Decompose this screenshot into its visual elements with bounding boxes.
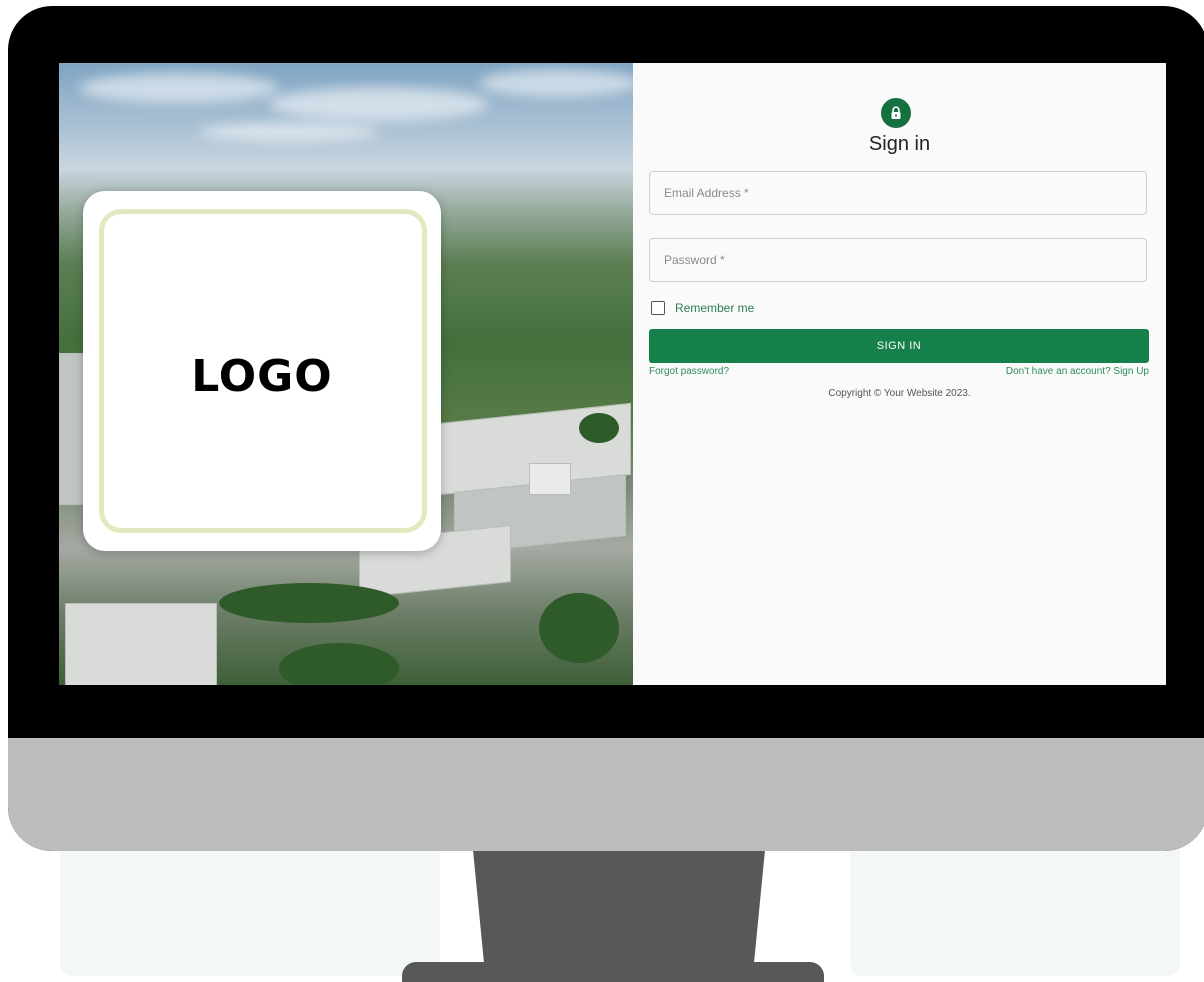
monitor-chin [8, 738, 1204, 851]
background-panel [850, 840, 1180, 976]
monitor-stand-neck [473, 850, 765, 970]
factory-building [529, 463, 571, 495]
cloud [199, 123, 379, 141]
lock-avatar [881, 98, 911, 128]
signin-form: Sign in Remember me SIGN IN Forgot passw… [633, 63, 1166, 685]
sign-in-button[interactable]: SIGN IN [649, 329, 1149, 363]
tree [279, 643, 399, 685]
email-input[interactable] [662, 185, 1134, 201]
tree [539, 593, 619, 663]
page-title: Sign in [868, 133, 931, 155]
logo-card: LOGO [83, 191, 441, 551]
screen: LOGO Sign in Remember me SIGN IN Forgot … [59, 63, 1166, 685]
tree [219, 583, 399, 623]
lock-icon [891, 106, 901, 119]
cloud [79, 73, 279, 103]
remember-me[interactable]: Remember me [651, 301, 754, 315]
office-building [65, 603, 217, 685]
tree [579, 413, 619, 443]
logo-text: LOGO [191, 351, 333, 402]
hero-image: LOGO [59, 63, 633, 685]
monitor-stand-base [402, 962, 824, 982]
remember-checkbox[interactable] [651, 301, 665, 315]
background-panel [60, 840, 440, 976]
password-field[interactable] [649, 238, 1147, 282]
password-input[interactable] [662, 252, 1134, 268]
cloud [269, 87, 489, 121]
email-field[interactable] [649, 171, 1147, 215]
sign-up-link[interactable]: Don't have an account? Sign Up [1006, 366, 1149, 377]
cloud [479, 69, 633, 97]
remember-label: Remember me [675, 301, 755, 315]
forgot-password-link[interactable]: Forgot password? [649, 366, 729, 377]
copyright: Copyright © Your Website 2023. [828, 388, 971, 399]
